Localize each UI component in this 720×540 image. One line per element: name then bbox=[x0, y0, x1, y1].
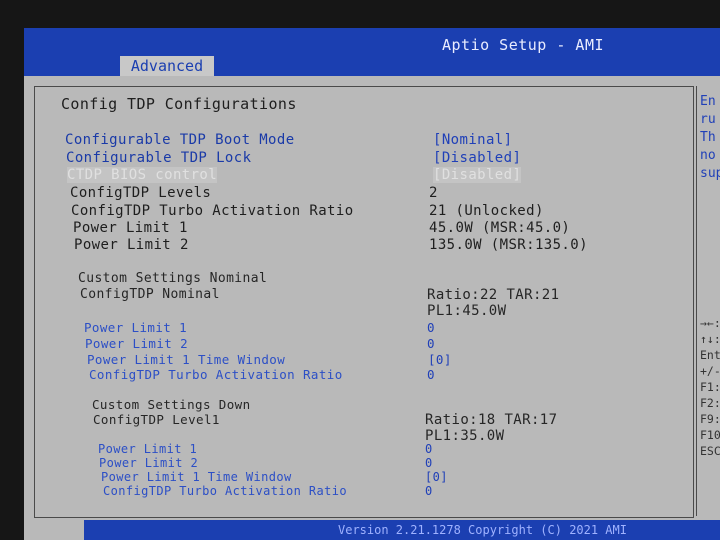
version-footer: Version 2.21.1278 Copyright (C) 2021 AMI bbox=[338, 523, 627, 537]
custom-settings-down-heading: Custom Settings Down bbox=[92, 397, 251, 412]
nominal-configtdp-turbo-activation-ratio[interactable]: ConfigTDP Turbo Activation Ratio bbox=[89, 367, 343, 382]
power-limit-1-value: 45.0W (MSR:45.0) bbox=[429, 220, 571, 236]
help-key-f1: F1: Ge bbox=[700, 380, 720, 394]
power-limit-1: Power Limit 1 bbox=[73, 220, 188, 236]
nominal-power-limit-1-time-window[interactable]: Power Limit 1 Time Window bbox=[87, 352, 285, 367]
title-bar: Aptio Setup - AMI Advanced bbox=[24, 28, 720, 76]
help-key-enter: Enter bbox=[700, 348, 720, 362]
help-line-5: sup bbox=[700, 166, 720, 181]
help-line-1: En bbox=[700, 94, 716, 109]
help-line-2: ru bbox=[700, 112, 716, 127]
help-key-change: +/-: ( bbox=[700, 364, 720, 378]
configtdp-level1: ConfigTDP Level1 bbox=[93, 412, 220, 427]
status-bar: Version 2.21.1278 Copyright (C) 2021 AMI bbox=[84, 520, 720, 540]
help-key-esc: ESC: Ex bbox=[700, 444, 720, 458]
configurable-tdp-lock-value[interactable]: [Disabled] bbox=[433, 150, 521, 166]
down-configtdp-turbo-activation-ratio-value[interactable]: 0 bbox=[425, 484, 433, 498]
power-limit-2-value: 135.0W (MSR:135.0) bbox=[429, 237, 588, 253]
configtdp-nominal: ConfigTDP Nominal bbox=[80, 287, 220, 302]
help-panel: En ru Th no sup →←: S ↑↓: S Enter +/-: (… bbox=[696, 86, 720, 516]
down-power-limit-1-time-window-value[interactable]: [0] bbox=[425, 470, 448, 484]
configtdp-level1-ratio: Ratio:18 TAR:17 bbox=[425, 412, 558, 428]
configtdp-nominal-ratio: Ratio:22 TAR:21 bbox=[427, 287, 560, 303]
nominal-power-limit-2-value[interactable]: 0 bbox=[427, 336, 435, 351]
configtdp-turbo-activation-ratio: ConfigTDP Turbo Activation Ratio bbox=[71, 203, 354, 219]
down-power-limit-1-time-window[interactable]: Power Limit 1 Time Window bbox=[101, 470, 292, 484]
help-key-f9: F9: Op bbox=[700, 412, 720, 426]
down-power-limit-1-value[interactable]: 0 bbox=[425, 442, 433, 456]
configurable-tdp-boot-mode-value[interactable]: [Nominal] bbox=[433, 132, 512, 148]
nominal-power-limit-2[interactable]: Power Limit 2 bbox=[85, 336, 188, 351]
help-line-4: no bbox=[700, 148, 716, 163]
down-power-limit-2-value[interactable]: 0 bbox=[425, 456, 433, 470]
custom-settings-nominal-heading: Custom Settings Nominal bbox=[78, 271, 268, 286]
ctdp-bios-control[interactable]: CTDP BIOS control bbox=[67, 167, 218, 183]
help-key-f2: F2: Pr bbox=[700, 396, 720, 410]
section-title: Config TDP Configurations bbox=[61, 95, 297, 113]
configtdp-turbo-activation-ratio-value: 21 (Unlocked) bbox=[429, 203, 544, 219]
configtdp-levels: ConfigTDP Levels bbox=[70, 185, 212, 201]
help-key-select-screen: →←: S bbox=[700, 316, 720, 330]
down-power-limit-1[interactable]: Power Limit 1 bbox=[98, 442, 197, 456]
nominal-configtdp-turbo-activation-ratio-value[interactable]: 0 bbox=[427, 367, 435, 382]
down-power-limit-2[interactable]: Power Limit 2 bbox=[99, 456, 198, 470]
nominal-power-limit-1-time-window-value[interactable]: [0] bbox=[428, 352, 452, 367]
nominal-power-limit-1-value[interactable]: 0 bbox=[427, 320, 435, 335]
nominal-power-limit-1[interactable]: Power Limit 1 bbox=[84, 320, 187, 335]
tab-advanced[interactable]: Advanced bbox=[120, 56, 214, 76]
configtdp-level1-pl1: PL1:35.0W bbox=[425, 428, 505, 444]
configurable-tdp-boot-mode[interactable]: Configurable TDP Boot Mode bbox=[65, 132, 295, 148]
main-panel: Config TDP Configurations Configurable T… bbox=[34, 86, 694, 518]
help-line-3: Th bbox=[700, 130, 716, 145]
help-key-f10: F10: Sa bbox=[700, 428, 720, 442]
bios-screen: Aptio Setup - AMI Advanced Config TDP Co… bbox=[24, 28, 720, 540]
power-limit-2: Power Limit 2 bbox=[74, 237, 189, 253]
down-configtdp-turbo-activation-ratio[interactable]: ConfigTDP Turbo Activation Ratio bbox=[103, 484, 347, 498]
ctdp-bios-control-value[interactable]: [Disabled] bbox=[433, 167, 522, 183]
configtdp-levels-value: 2 bbox=[429, 185, 438, 201]
configtdp-nominal-pl1: PL1:45.0W bbox=[427, 303, 507, 319]
app-title: Aptio Setup - AMI bbox=[442, 36, 605, 54]
help-key-select-item: ↑↓: S bbox=[700, 332, 720, 346]
configurable-tdp-lock[interactable]: Configurable TDP Lock bbox=[66, 150, 251, 166]
